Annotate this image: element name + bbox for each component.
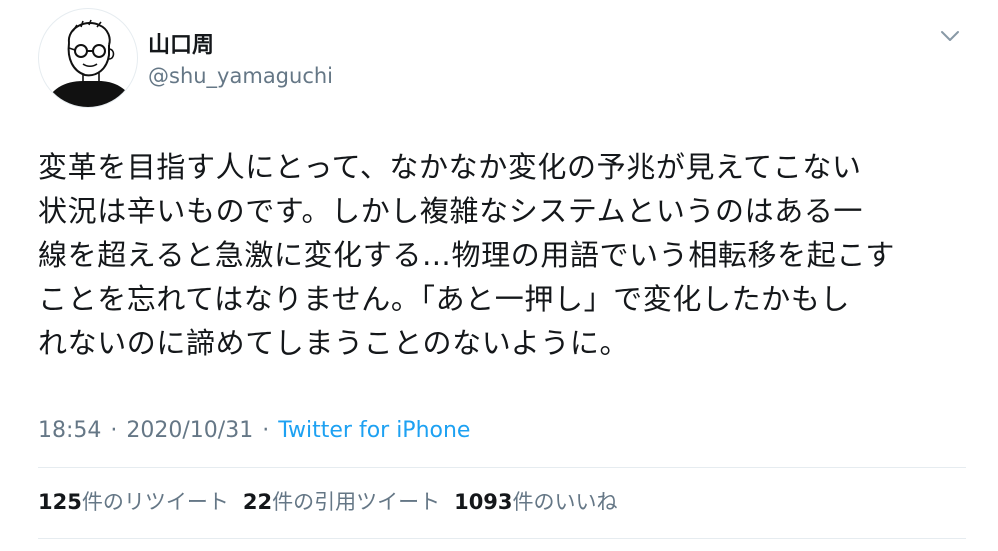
tweet-meta: 18:54 · 2020/10/31 · Twitter for iPhone [38, 416, 470, 446]
tweet-time[interactable]: 18:54 [38, 418, 101, 443]
sketch-portrait-avatar [45, 19, 135, 107]
meta-separator: · [110, 418, 118, 443]
retweets-count: 125 [38, 490, 82, 514]
avatar[interactable] [38, 8, 138, 108]
tweet-date[interactable]: 2020/10/31 [126, 418, 253, 443]
meta-separator: · [262, 418, 270, 443]
retweets-label: 件のリツイート [81, 490, 229, 514]
user-handle[interactable]: @shu_yamaguchi [148, 63, 333, 89]
engagement-stats: 125件のリツイート 22件の引用ツイート 1093件のいいね [38, 487, 632, 517]
likes-stat[interactable]: 1093件のいいね [454, 487, 617, 517]
display-name[interactable]: 山口周 [148, 32, 214, 60]
divider [38, 538, 966, 539]
quotes-label: 件の引用ツイート [272, 490, 441, 514]
chevron-down-icon[interactable] [936, 24, 964, 48]
retweets-stat[interactable]: 125件のリツイート [38, 487, 229, 517]
likes-count: 1093 [454, 490, 513, 514]
tweet-source-link[interactable]: Twitter for iPhone [278, 418, 470, 443]
tweet-text: 変革を目指す人にとって、なかなか変化の予兆が見えてこない 状況は辛いものです。し… [38, 150, 895, 360]
quotes-count: 22 [242, 490, 273, 514]
likes-label: 件のいいね [512, 490, 618, 514]
divider [38, 467, 966, 468]
quotes-stat[interactable]: 22件の引用ツイート [243, 487, 440, 517]
